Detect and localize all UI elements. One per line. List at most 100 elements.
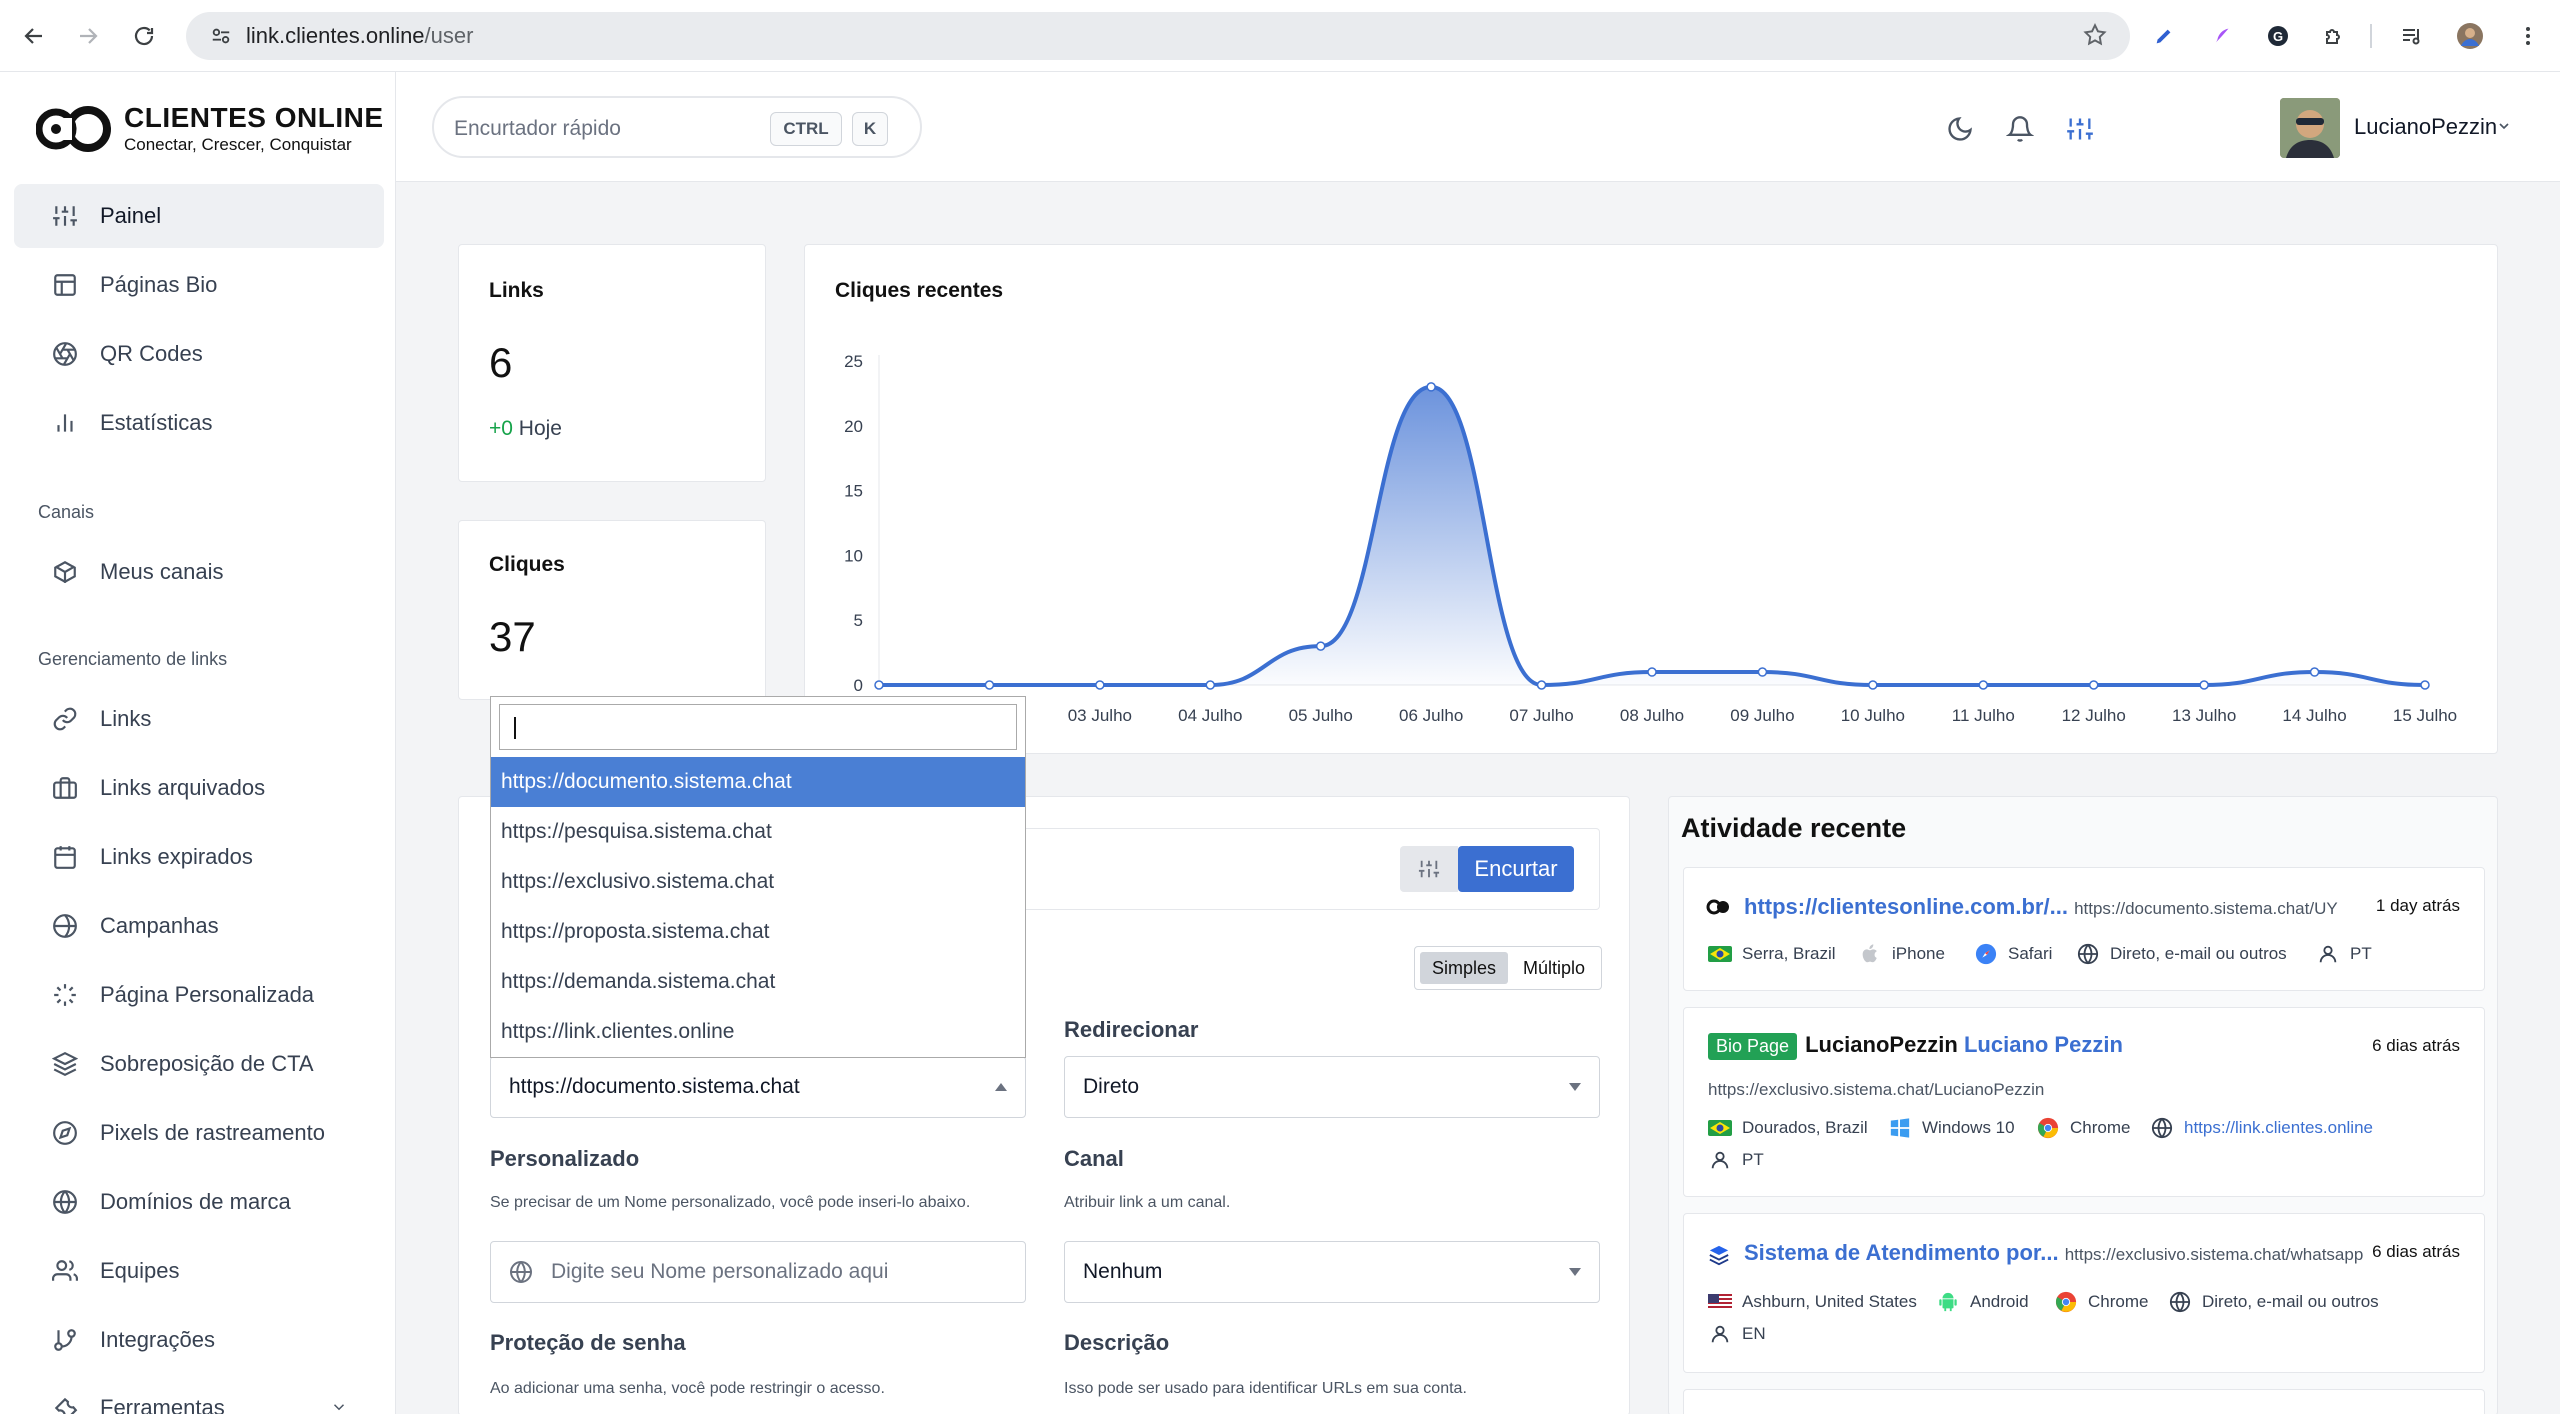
aperture-icon bbox=[50, 339, 80, 369]
chevron-down-icon[interactable] bbox=[2496, 118, 2512, 134]
links-stat-delta: +0 Hoje bbox=[489, 417, 562, 441]
bell-icon[interactable] bbox=[2003, 112, 2037, 146]
activity-item[interactable]: https://clientesonline.com.br/... https:… bbox=[1683, 867, 2485, 991]
forward-icon[interactable] bbox=[72, 20, 104, 52]
custom-name-input[interactable]: Digite seu Nome personalizado aqui bbox=[490, 1241, 1026, 1303]
activity-language: EN bbox=[1708, 1322, 1766, 1346]
activity-time: 1 day atrás bbox=[2375, 896, 2460, 915]
activity-item[interactable]: Sistema de Atendimento por... https://ex… bbox=[1683, 1213, 2485, 1373]
sidebar-item-pagina-personalizada[interactable]: Página Personalizada bbox=[14, 963, 384, 1027]
description-label: Descrição bbox=[1064, 1330, 1170, 1355]
sidebar-item-label: Pixels de rastreamento bbox=[100, 1120, 325, 1145]
activity-item[interactable]: Bio Page LucianoPezzin Luciano Pezzin 6 d… bbox=[1683, 1007, 2485, 1197]
site-settings-icon[interactable] bbox=[206, 21, 236, 51]
profile-avatar-icon[interactable] bbox=[2454, 20, 2486, 52]
sidebar-item-sobreposicao-cta[interactable]: Sobreposição de CTA bbox=[14, 1032, 384, 1096]
activity-link-title[interactable]: Luciano Pezzin bbox=[1964, 1032, 2123, 1057]
activity-short-url: https://exclusivo.sistema.chat/whatsapp bbox=[2064, 1245, 2364, 1264]
username[interactable]: LucianoPezzin bbox=[2354, 114, 2497, 140]
extensions-puzzle-icon[interactable] bbox=[2318, 20, 2350, 52]
feather-extension-icon[interactable] bbox=[2206, 20, 2238, 52]
sidebar-item-label: Domínios de marca bbox=[100, 1189, 291, 1214]
browser-menu-icon[interactable] bbox=[2512, 20, 2544, 52]
mode-simple-button[interactable]: Simples bbox=[1420, 952, 1508, 984]
activity-language-text: PT bbox=[2350, 944, 2372, 963]
recent-activity-card: Atividade recente https://clientesonline… bbox=[1668, 796, 2498, 1414]
grammar-extension-icon[interactable]: G bbox=[2262, 20, 2294, 52]
dropdown-option[interactable]: https://documento.sistema.chat bbox=[491, 757, 1025, 807]
sliders-icon[interactable] bbox=[2063, 112, 2097, 146]
back-icon[interactable] bbox=[18, 20, 50, 52]
bookmark-star-icon[interactable] bbox=[2082, 22, 2108, 48]
password-help: Ao adicionar uma senha, você pode restri… bbox=[490, 1380, 885, 1397]
sidebar-item-links[interactable]: Links bbox=[14, 687, 384, 751]
options-sliders-button[interactable] bbox=[1400, 846, 1458, 892]
reload-icon[interactable] bbox=[128, 20, 160, 52]
activity-referrer: Direto, e-mail ou outros bbox=[2168, 1290, 2379, 1314]
dropdown-option[interactable]: https://demanda.sistema.chat bbox=[491, 957, 1025, 1007]
clicks-stat-card: Cliques 37 bbox=[458, 520, 766, 700]
x-tick-label: 08 Julho bbox=[1620, 706, 1684, 725]
user-icon bbox=[1708, 1322, 1732, 1346]
x-tick-label: 15 Julho bbox=[2393, 706, 2457, 725]
dropdown-option[interactable]: https://proposta.sistema.chat bbox=[491, 907, 1025, 957]
recent-clicks-chart: 0 5 10 15 20 25 03 Julho 04 Julho 05 Julho 06 Jul… bbox=[844, 352, 2457, 725]
dropdown-option[interactable]: https://link.clientes.online bbox=[491, 1007, 1025, 1057]
channel-select[interactable]: Nenhum bbox=[1064, 1241, 1600, 1303]
briefcase-icon bbox=[50, 773, 80, 803]
sidebar-item-qr-codes[interactable]: QR Codes bbox=[14, 322, 384, 386]
dropdown-search-input[interactable] bbox=[499, 704, 1017, 750]
dropdown-option[interactable]: https://exclusivo.sistema.chat bbox=[491, 857, 1025, 907]
domain-dropdown: https://documento.sistema.chat https://p… bbox=[490, 696, 1026, 1058]
sidebar-item-painel[interactable]: Painel bbox=[14, 184, 384, 248]
sidebar-item-campanhas[interactable]: Campanhas bbox=[14, 894, 384, 958]
sidebar-item-label: Sobreposição de CTA bbox=[100, 1051, 314, 1076]
sidebar-item-integracoes[interactable]: Integrações bbox=[14, 1308, 384, 1372]
activity-link-title[interactable]: https://clientesonline.com.br/... bbox=[1744, 894, 2068, 919]
activity-location-text: Dourados, Brazil bbox=[1742, 1118, 1868, 1137]
media-control-icon[interactable] bbox=[2396, 20, 2428, 52]
text-cursor bbox=[514, 717, 516, 739]
sidebar-item-equipes[interactable]: Equipes bbox=[14, 1239, 384, 1303]
sidebar-item-meus-canais[interactable]: Meus canais bbox=[14, 540, 384, 604]
caret-down-icon bbox=[1569, 1268, 1581, 1276]
sidebar-item-pixels[interactable]: Pixels de rastreamento bbox=[14, 1101, 384, 1165]
sidebar-item-paginas-bio[interactable]: Páginas Bio bbox=[14, 253, 384, 317]
sidebar-item-links-arquivados[interactable]: Links arquivados bbox=[14, 756, 384, 820]
activity-item[interactable] bbox=[1683, 1389, 2485, 1414]
tool-icon bbox=[50, 1393, 80, 1414]
sidebar-item-links-expirados[interactable]: Links expirados bbox=[14, 825, 384, 889]
address-bar[interactable]: link.clientes.online/user bbox=[186, 12, 2130, 60]
user-avatar[interactable] bbox=[2280, 98, 2340, 158]
caret-up-icon bbox=[995, 1083, 1007, 1091]
brand-logo[interactable]: CLIENTES ONLINE Conectar, Crescer, Conqu… bbox=[36, 102, 384, 155]
sidebar-item-estatisticas[interactable]: Estatísticas bbox=[14, 391, 384, 455]
activity-location: Ashburn, United States bbox=[1708, 1290, 1917, 1314]
domain-select[interactable]: https://documento.sistema.chat bbox=[490, 1056, 1026, 1118]
mode-multiple-button[interactable]: Múltiplo bbox=[1511, 952, 1597, 984]
pen-extension-icon[interactable] bbox=[2148, 20, 2180, 52]
globe-icon bbox=[50, 1187, 80, 1217]
moon-icon[interactable] bbox=[1943, 112, 1977, 146]
x-tick-label: 03 Julho bbox=[1068, 706, 1132, 725]
kbd-k: K bbox=[852, 112, 888, 146]
data-point bbox=[2420, 680, 2430, 690]
quick-shortener-search[interactable]: Encurtador rápido CTRL K bbox=[432, 96, 922, 158]
data-point bbox=[1315, 641, 1326, 651]
activity-referrer-text: Direto, e-mail ou outros bbox=[2110, 944, 2287, 963]
sidebar-item-ferramentas[interactable]: Ferramentas bbox=[14, 1376, 384, 1414]
data-point bbox=[1095, 680, 1105, 690]
redirect-select[interactable]: Direto bbox=[1064, 1056, 1600, 1118]
brazil-flag-icon bbox=[1708, 942, 1732, 966]
dropdown-option[interactable]: https://pesquisa.sistema.chat bbox=[491, 807, 1025, 857]
links-delta-label: Hoje bbox=[518, 417, 562, 440]
activity-referrer-link[interactable]: https://link.clientes.online bbox=[2184, 1118, 2373, 1138]
shorten-button[interactable]: Encurtar bbox=[1458, 846, 1574, 892]
domain-select-value: https://documento.sistema.chat bbox=[509, 1075, 800, 1098]
sidebar-item-dominios[interactable]: Domínios de marca bbox=[14, 1170, 384, 1234]
sidebar-item-label: Equipes bbox=[100, 1258, 180, 1283]
links-stat-card: Links 6 +0 Hoje bbox=[458, 244, 766, 482]
channel-help: Atribuir link a um canal. bbox=[1064, 1194, 1231, 1211]
activity-link-title[interactable]: Sistema de Atendimento por... bbox=[1744, 1240, 2059, 1265]
kbd-ctrl: CTRL bbox=[770, 112, 842, 146]
